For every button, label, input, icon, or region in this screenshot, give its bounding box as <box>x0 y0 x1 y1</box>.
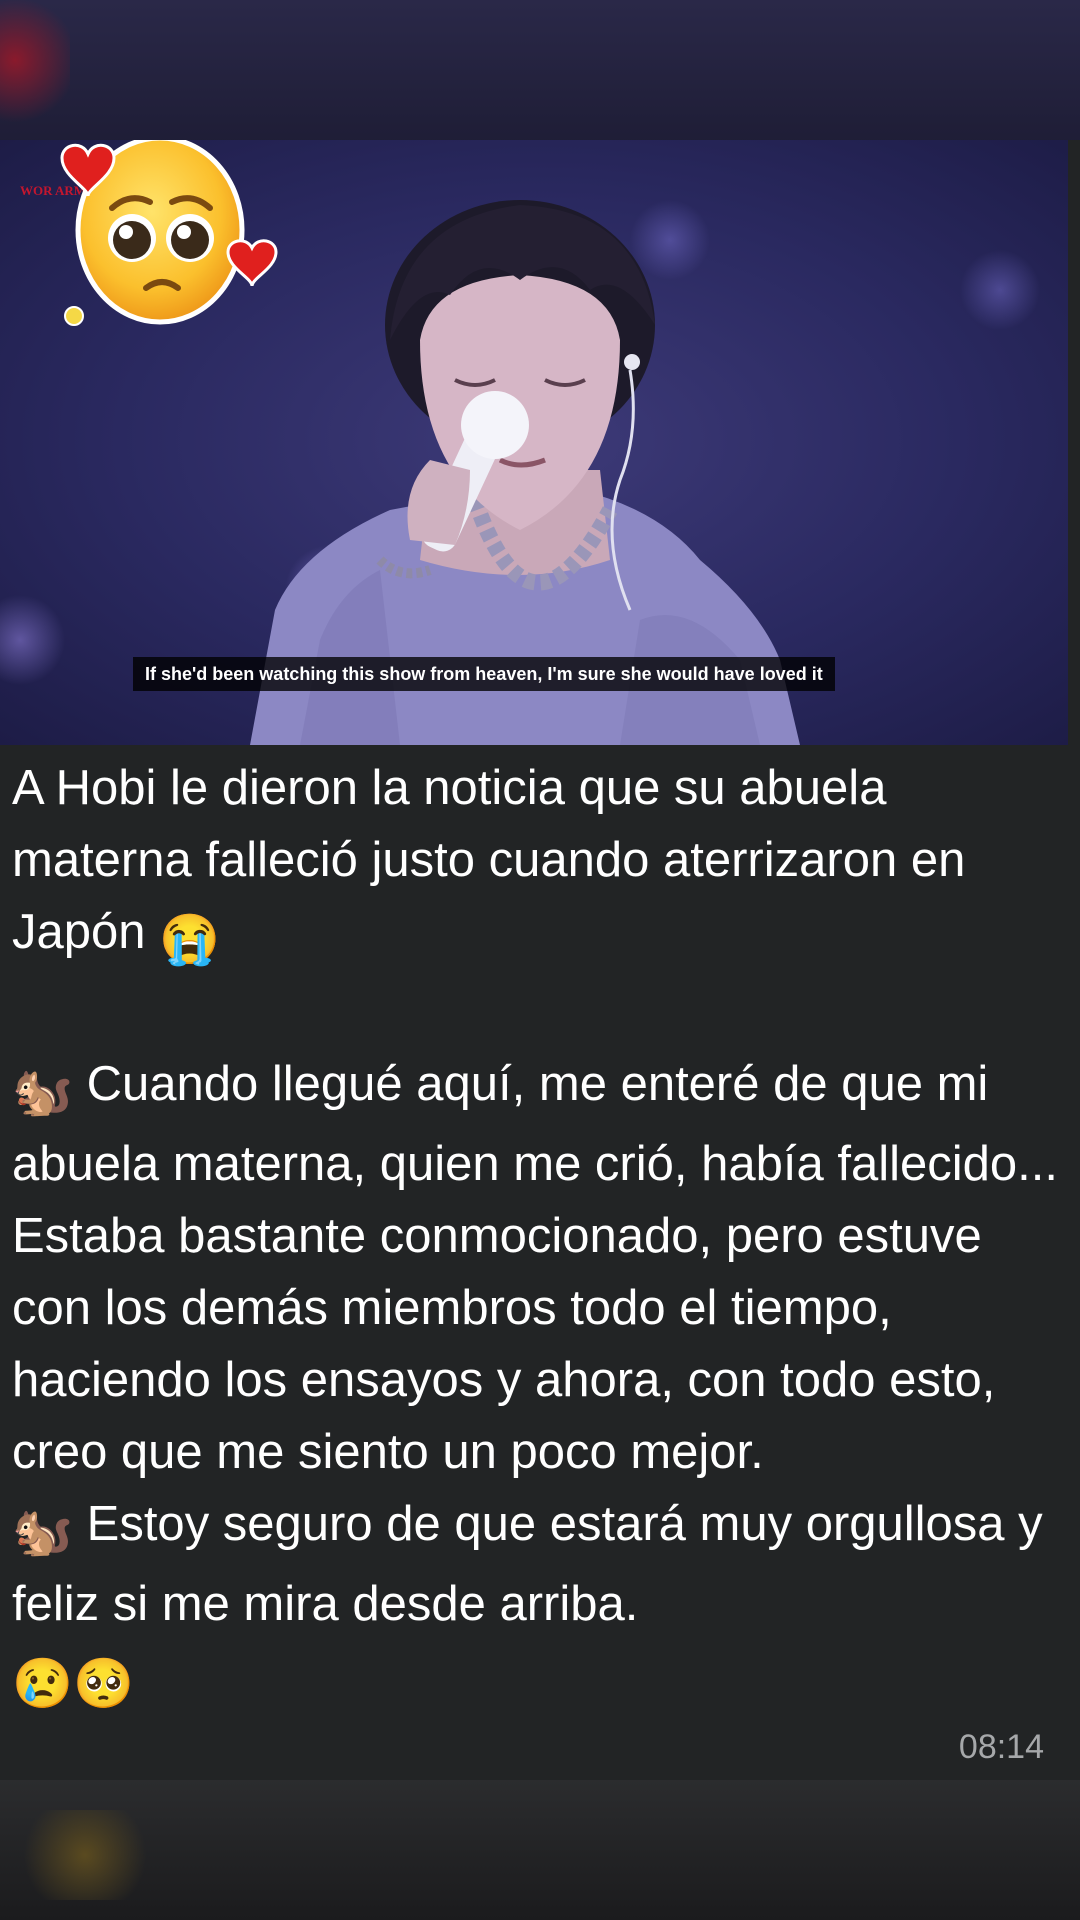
message-quote-1: Cuando llegué aquí, me enteré de que mi … <box>12 1057 1058 1479</box>
background-blur <box>10 1810 160 1900</box>
loudly-crying-face-icon: 😭 <box>159 913 221 967</box>
background-top <box>0 0 1080 160</box>
background-blur <box>0 0 70 130</box>
media-photo[interactable]: WOR ARM If she'd been watching this show… <box>0 140 1068 745</box>
background-bottom <box>0 1780 1080 1920</box>
message-paragraph-intro: A Hobi le dieron la noticia que su abuel… <box>12 752 1062 976</box>
message-bubble[interactable]: WOR ARM If she'd been watching this show… <box>0 140 1080 1780</box>
pleading-face-sticker-icon <box>60 140 278 326</box>
message-paragraph-quote: 🐿️ Cuando llegué aquí, me enteré de que … <box>12 1048 1062 1720</box>
message-line-intro: A Hobi le dieron la noticia que su abuel… <box>12 761 966 959</box>
message-body: A Hobi le dieron la noticia que su abuel… <box>12 752 1062 1720</box>
message-timestamp: 08:14 <box>958 1728 1044 1766</box>
video-subtitle: If she'd been watching this show from he… <box>133 657 835 691</box>
message-quote-2: Estoy seguro de que estará muy orgullosa… <box>12 1497 1043 1631</box>
chipmunk-icon: 🐿️ <box>12 1505 74 1559</box>
chipmunk-icon: 🐿️ <box>12 1065 74 1119</box>
crying-and-pleading-face-icons: 😢🥺 <box>12 1657 135 1711</box>
